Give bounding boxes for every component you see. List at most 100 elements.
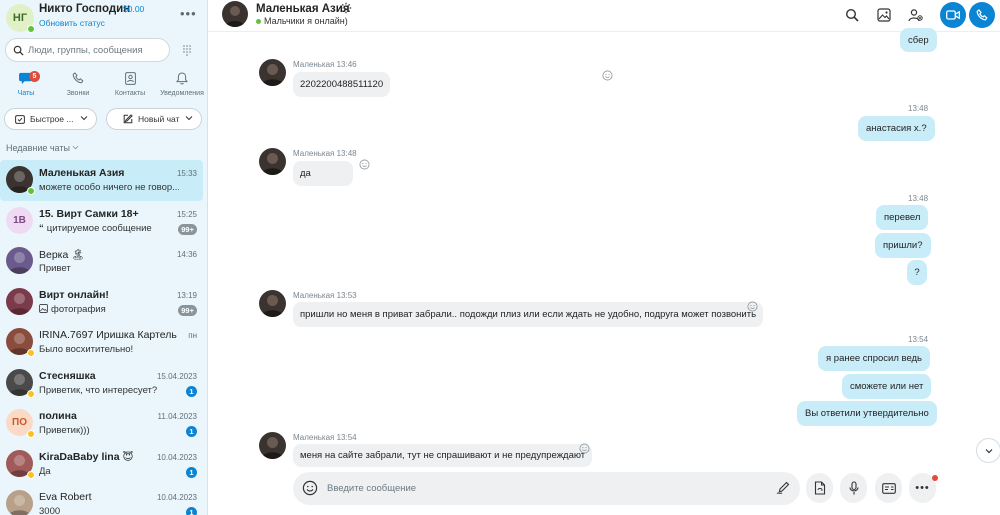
audio-call-button[interactable] [969, 2, 995, 28]
conversation-title[interactable]: Маленькая Азия [256, 3, 350, 15]
emoji-icon[interactable] [302, 480, 318, 496]
conversation-avatar[interactable] [222, 1, 248, 27]
title-emoji: 😇 [122, 450, 134, 463]
message-composer[interactable]: Введите сообщение [293, 472, 800, 505]
chat-title-text: полина [39, 410, 77, 422]
chat-list-item[interactable]: Стесняшка 15.04.2023 Приветик, что интерес… [0, 363, 203, 404]
chat-list-item[interactable]: KiraDaBaby lina 😇 10.04.2023 Да 1 [0, 444, 203, 485]
outgoing-message[interactable]: Вы ответили утвердительно [797, 401, 937, 426]
chat-list-item[interactable]: IRINA.7697 Иришка Картель пн Было восхитит… [0, 322, 203, 363]
incoming-message[interactable]: меня на сайте забрали, тут не спрашивают… [293, 444, 593, 467]
chat-time: 13:19 [176, 290, 197, 300]
chat-title-text: KiraDaBaby lina [39, 450, 120, 463]
incoming-message[interactable]: да [293, 161, 353, 186]
chat-time: 15:33 [176, 169, 197, 178]
chevron-down-icon [80, 116, 88, 121]
contact-card-button[interactable] [875, 473, 902, 503]
chat-avatar [6, 247, 33, 274]
more-options-icon: ••• [915, 482, 930, 494]
chat-list-item[interactable]: Eva Robert 10.04.2023 3000 1 [0, 484, 203, 515]
chat-list-item[interactable]: ПО полина 11.04.2023 Приветик))) 1 [0, 403, 203, 444]
outgoing-message[interactable]: я ранее спросил ведь [818, 346, 931, 371]
add-participant-icon[interactable] [905, 5, 925, 25]
balance-link[interactable]: $0.00 [123, 4, 144, 14]
message-text: Вы ответили утвердительно [805, 408, 929, 419]
presence-online-dot [256, 18, 261, 24]
sender-avatar[interactable] [259, 290, 286, 317]
chat-list-item[interactable]: Верка 🏝 14:36 Привет [0, 241, 203, 282]
unread-count-badge: 99+ [178, 304, 197, 316]
sender-avatar[interactable] [259, 432, 286, 459]
outgoing-message[interactable]: ? [907, 260, 927, 285]
sender-avatar[interactable] [259, 59, 286, 86]
tab-chats[interactable]: 5 Чаты [0, 68, 52, 104]
handwrite-icon[interactable] [776, 481, 790, 495]
profile-avatar[interactable]: НГ [6, 4, 35, 33]
search-input[interactable]: Люди, группы, сообщения [5, 38, 170, 62]
chat-title-text: Маленькая Азия [39, 167, 125, 179]
tab-notifications[interactable]: Уведомления [156, 68, 207, 104]
title-emoji: 🏝 [71, 249, 85, 261]
recent-chats-header[interactable]: Недавние чаты [6, 143, 79, 153]
update-status-link[interactable]: Обновить статус [39, 18, 105, 28]
dialpad-icon[interactable] [177, 39, 197, 61]
new-chat-button[interactable]: Новый чат [106, 108, 202, 130]
tab-contacts[interactable]: Контакты [104, 68, 156, 104]
more-composer-options-button[interactable]: ••• [909, 473, 938, 503]
search-in-chat-icon[interactable] [842, 5, 862, 25]
message-meta: Маленькая 13:53 [293, 291, 357, 300]
scroll-to-bottom-button[interactable] [976, 438, 1000, 463]
message-text: сможете или нет [850, 381, 924, 392]
chat-preview: можете особо ничего не говор... [39, 182, 179, 193]
message-text: я ранее спросил ведь [826, 353, 923, 364]
incoming-message[interactable]: пришли но меня в приват забрали.. подожд… [293, 302, 764, 327]
chat-title-text: 15. Вирт Самки 18+ [39, 207, 139, 220]
more-options-icon[interactable]: ••• [180, 6, 197, 21]
outgoing-message[interactable]: сможете или нет [842, 374, 932, 399]
chat-preview: Приветик))) [39, 425, 90, 436]
video-call-button[interactable] [940, 2, 966, 28]
presence-online-dot [27, 187, 35, 195]
add-reaction-icon[interactable] [359, 159, 370, 170]
quick-actions-button[interactable]: Быстрое ... [4, 108, 97, 130]
contact-card-icon [881, 482, 896, 494]
chat-list-item[interactable]: Вирт онлайн! 13:19 фотография 99+ [0, 282, 203, 323]
profile-name[interactable]: Никто Господин [39, 3, 130, 15]
message-meta: Маленькая 13:48 [293, 149, 357, 158]
gear-icon[interactable] [340, 2, 352, 14]
voice-message-button[interactable] [840, 473, 867, 503]
attach-file-button[interactable] [806, 473, 833, 503]
chat-preview: “цитируемое сообщение [39, 223, 152, 234]
presence-away-dot [27, 470, 35, 479]
chat-title: 15. Вирт Самки 18+ [39, 208, 139, 220]
tab-chats-label: Чаты [17, 90, 35, 97]
chevron-down-icon [185, 116, 193, 121]
chat-list-item[interactable]: Маленькая Азия 15:33 можете особо ничего н… [0, 160, 203, 201]
tab-notifications-label: Уведомления [160, 90, 204, 97]
outgoing-message[interactable]: сбер [900, 28, 937, 52]
meet-icon [15, 114, 25, 124]
chat-title: Вирт онлайн! [39, 289, 109, 301]
add-reaction-icon[interactable] [747, 301, 758, 312]
chat-title: полина [39, 410, 77, 422]
sender-avatar[interactable] [259, 148, 286, 175]
incoming-message[interactable]: 2202200488511120 [293, 72, 391, 97]
avatar-photo [6, 287, 33, 315]
message-time: 13:48 [908, 194, 929, 203]
message-text: ? [914, 267, 920, 278]
search-icon [13, 45, 24, 56]
gallery-icon[interactable] [874, 5, 894, 25]
chat-title: Eva Robert [39, 491, 92, 503]
outgoing-message[interactable]: анастасия х.? [858, 116, 935, 141]
chat-preview-text: Да [39, 465, 51, 477]
contacts-icon [124, 68, 136, 88]
chat-list-item[interactable]: 1В 15. Вирт Самки 18+ 15:25 “цитируемое соо… [0, 201, 203, 242]
chat-time: пн [188, 331, 197, 340]
tab-calls[interactable]: Звонки [52, 68, 104, 104]
outgoing-message[interactable]: перевел [876, 205, 929, 230]
add-reaction-icon[interactable] [602, 70, 613, 81]
chat-preview-text: Привет [39, 263, 71, 274]
add-reaction-icon[interactable] [579, 443, 590, 454]
outgoing-message[interactable]: пришли? [875, 233, 931, 258]
chat-preview: Было восхитительно! [39, 344, 133, 355]
